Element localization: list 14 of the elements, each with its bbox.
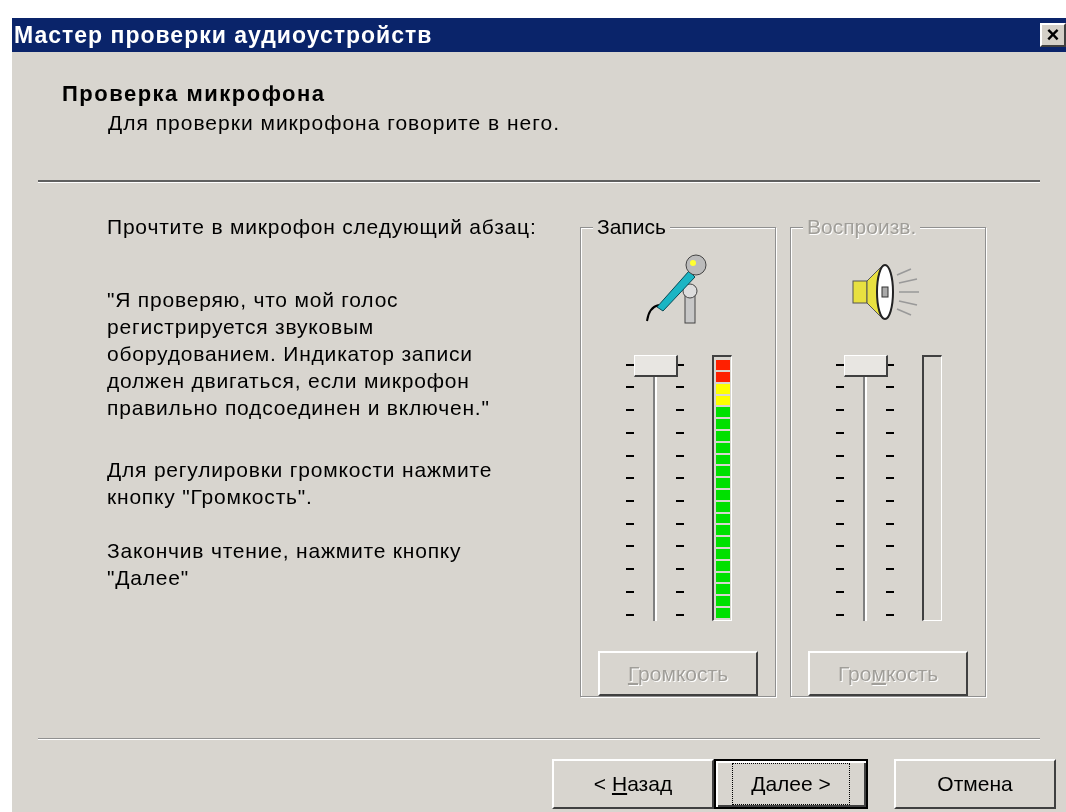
volume-slider[interactable] [834,354,896,621]
wizard-button[interactable]: Далее > [714,759,868,809]
window-title: Мастер проверки аудиоустройств [14,23,433,47]
slider-thumb[interactable] [634,354,678,377]
page-heading: Проверка микрофона [62,80,327,108]
instruction-text: Закончив чтение, нажмите кнопку "Далее" [107,538,463,591]
volume-slider[interactable] [624,354,686,621]
instruction-text: Для регулировки громкости нажмите кнопку "Громкость". [107,457,494,510]
wizard-button[interactable]: Отмена [894,759,1056,809]
page-subtitle: Для проверки микрофона говорите в него. [107,110,561,136]
close-button[interactable]: × [1040,23,1066,47]
wizard-button[interactable]: < Назад [552,759,714,809]
instruction-text: Прочтите в микрофон следующий абзац: [107,214,538,240]
instruction-text: "Я проверяю, что мой голос регистрируется звуковым оборудованием. Индикатор записи должен двигаться, если микрофон правильно подсоединен и включен." [107,287,491,421]
